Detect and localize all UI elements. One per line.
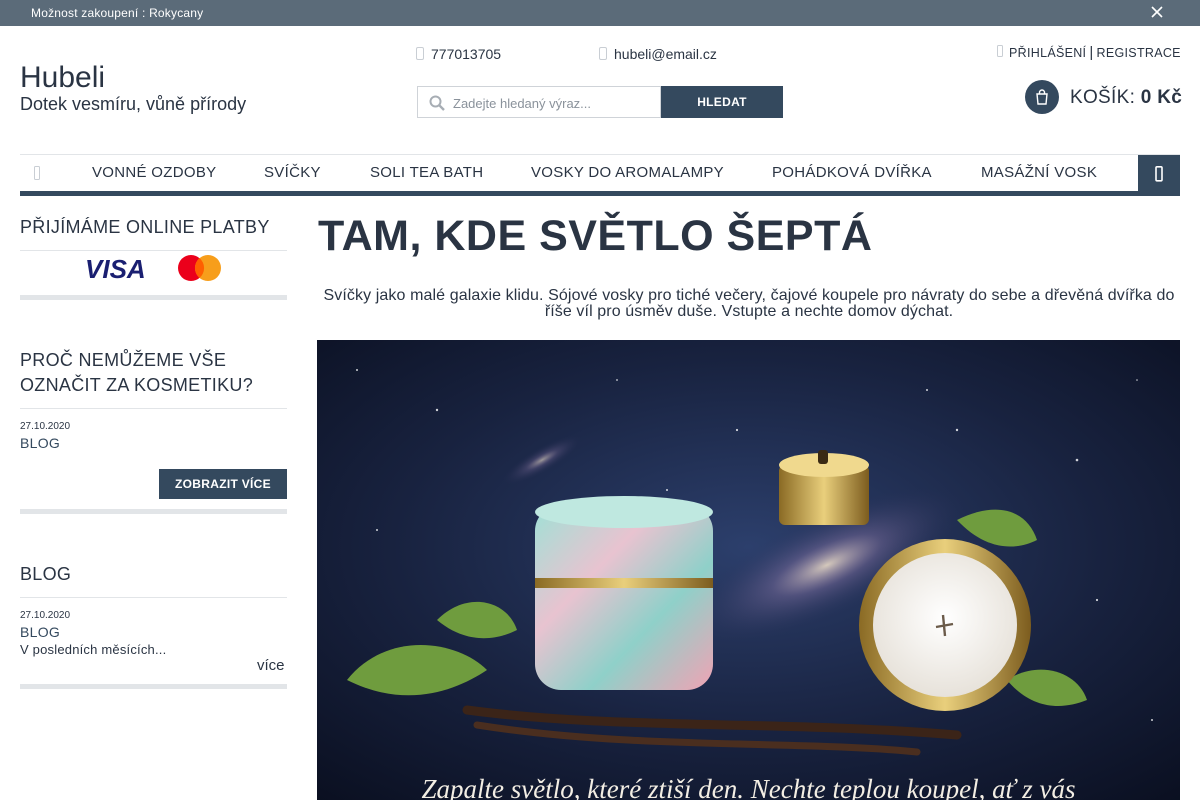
search-button[interactable]: HLEDAT [661,86,783,118]
nav-underline [20,191,1180,196]
payments-bottom-border [20,295,287,300]
search-form: HLEDAT [417,86,783,118]
cosmetics-title-line2: OZNAČIT ZA KOSMETIKU? [20,375,254,395]
nav-item-pohadkova-dvirka[interactable]: POHÁDKOVÁ DVÍŘKA [772,164,932,181]
page-title: TAM, KDE SVĚTLO ŠEPTÁ [318,212,873,260]
cosmetics-divider [20,408,287,409]
account-separator: | [1089,44,1094,61]
email-contact[interactable]: hubeli@email.cz [599,46,717,62]
nav-item-soli-tea-bath[interactable]: SOLI TEA BATH [370,164,483,181]
cart-total: KOŠÍK: 0 Kč [1070,87,1182,109]
cart-label: KOŠÍK: [1070,87,1136,108]
blog-more-link[interactable]: více [257,657,285,674]
phone-contact[interactable]: 777013705 [416,46,501,62]
hero-banner[interactable]: Zapalte světlo, které ztiší den. Nechte … [317,340,1180,800]
user-icon [997,45,1003,57]
nav-item-vosky-do-aromalampy[interactable]: VOSKY DO AROMALAMPY [531,164,724,181]
search-field[interactable] [417,86,661,118]
blog-date: 27.10.2020 [20,610,71,621]
search-icon [429,95,445,116]
visa-logo-text: VISA [85,254,146,284]
nav-item-vonne-ozdoby[interactable]: VONNÉ OZDOBY [92,164,216,181]
phone-number: 777013705 [431,46,502,62]
mastercard-logo [178,255,221,281]
brand-tagline: Dotek vesmíru, vůně přírody [20,94,247,114]
register-link[interactable]: REGISTRACE [1097,46,1181,60]
search-input[interactable] [453,93,653,113]
visa-logo: VISA [85,254,146,284]
account-links: PŘIHLÁŠENÍ | REGISTRACE [997,44,1181,61]
menu-toggle-button[interactable] [1138,155,1180,191]
phone-icon [416,47,424,60]
blog-excerpt: V posledních měsících... [20,642,167,657]
login-link[interactable]: PŘIHLÁŠENÍ [1009,46,1086,60]
nav-item-masazni-vosk[interactable]: MASÁŽNÍ VOSK [981,164,1097,181]
blog-title[interactable]: BLOG [20,562,71,587]
payments-divider [20,250,287,251]
blog-category-link[interactable]: BLOG [20,624,60,640]
cart-amount: 0 Kč [1140,87,1183,108]
hero-caption: Zapalte světlo, které ztiší den. Nechte … [421,774,1076,800]
show-more-button[interactable]: ZOBRAZIT VÍCE [159,469,287,499]
payments-title: PŘIJÍMÁME ONLINE PLATBY [20,217,270,237]
menu-icon [1155,166,1163,182]
email-address: hubeli@email.cz [614,46,717,62]
blog-divider [20,597,287,598]
cosmetics-category-link[interactable]: BLOG [20,435,60,451]
cosmetics-bottom-border [20,509,287,514]
payment-logos: VISA [85,254,225,284]
notice-bar: Možnost zakoupení : Rokycany [0,0,1200,26]
intro-text: Svíčky jako malé galaxie klidu. Sójové v… [323,287,1175,320]
email-icon [599,47,607,60]
main-nav: VONNÉ OZDOBY SVÍČKY SOLI TEA BATH VOSKY … [20,154,1180,196]
close-icon[interactable] [1150,5,1164,19]
home-icon[interactable] [34,166,40,180]
brand-name[interactable]: Hubeli [20,61,105,95]
cosmetics-date: 27.10.2020 [20,421,71,432]
notice-message: Možnost zakoupení : Rokycany [31,6,204,20]
cosmetics-title[interactable]: PROČ NEMŮŽEME VŠE OZNAČIT ZA KOSMETIKU? [20,348,253,398]
cosmetics-title-line1: PROČ NEMŮŽEME VŠE [20,350,227,370]
blog-bottom-border [20,684,287,689]
cart-icon[interactable] [1025,80,1059,114]
hero-image [317,340,1180,800]
nav-item-svicky[interactable]: SVÍČKY [264,164,321,181]
